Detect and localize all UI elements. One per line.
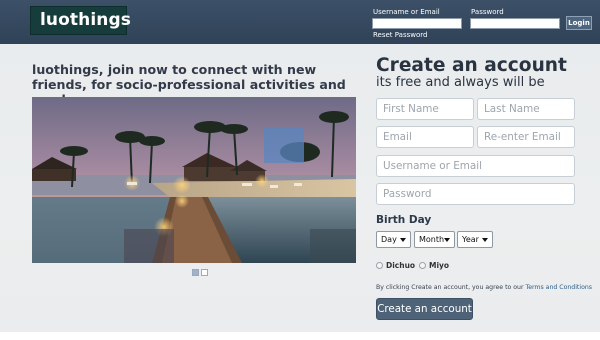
chevron-down-icon — [482, 238, 488, 242]
chevron-down-icon — [444, 238, 450, 242]
birthday-label: Birth Day — [376, 214, 432, 226]
email-input[interactable]: Email — [376, 126, 474, 148]
gender-label-1: Dichuo — [386, 261, 416, 270]
bottom-band — [0, 332, 600, 340]
terms-text: By clicking Create an account, you agree… — [376, 284, 526, 291]
header-username-input[interactable] — [372, 18, 462, 29]
signup-title: Create an account — [376, 55, 567, 76]
terms-notice: By clicking Create an account, you agree… — [376, 284, 592, 291]
slider-dot-1[interactable] — [192, 269, 199, 276]
chevron-down-icon — [400, 238, 406, 242]
header-password-input[interactable] — [470, 18, 560, 29]
month-select[interactable]: Month — [414, 231, 455, 248]
password-input[interactable]: Password — [376, 183, 575, 205]
first-name-input[interactable]: First Name — [376, 98, 474, 120]
terms-link[interactable]: Terms and Conditions — [525, 284, 592, 291]
gender-radio-1[interactable] — [376, 262, 383, 269]
gender-label-2: Miyo — [429, 261, 450, 270]
year-select[interactable]: Year — [457, 231, 493, 248]
last-name-input[interactable]: Last Name — [477, 98, 575, 120]
create-account-button[interactable]: Create an account — [376, 298, 473, 320]
slider-dot-2[interactable] — [201, 269, 208, 276]
day-select-label: Day — [381, 235, 397, 244]
resort-photo — [32, 97, 356, 263]
username-label: Username or Email — [373, 8, 440, 16]
gender-radio-2[interactable] — [419, 262, 426, 269]
reenter-email-input[interactable]: Re-enter Email — [477, 126, 575, 148]
signup-subtitle: its free and always will be — [376, 75, 545, 90]
login-button[interactable]: Login — [566, 16, 592, 30]
password-label: Password — [471, 8, 504, 16]
year-select-label: Year — [462, 235, 479, 244]
day-select[interactable]: Day — [376, 231, 411, 248]
month-select-label: Month — [419, 235, 445, 244]
username-input[interactable]: Username or Email — [376, 155, 575, 177]
site-logo[interactable]: luothings — [30, 6, 131, 35]
reset-password-link[interactable]: Reset Password — [373, 31, 427, 39]
